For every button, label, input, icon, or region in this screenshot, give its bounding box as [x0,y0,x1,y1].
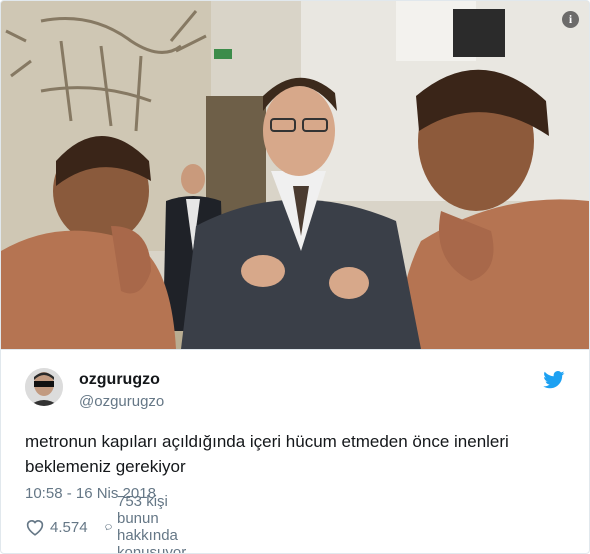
avatar[interactable] [25,368,63,406]
handle[interactable]: @ozgurugzo [79,393,164,410]
conversation-text: 753 kişi bunun hakkında konuşuyor [117,493,187,554]
avatar-image [25,368,63,406]
tweet-card: i ozgurugzo @ozgurugzo metronun kapıları… [0,0,590,554]
like-button[interactable]: 4.574 [25,515,88,539]
tweet-text: metronun kapıları açıldığında içeri hücu… [25,432,509,476]
divider [1,349,589,350]
tweet-photo[interactable]: i [1,1,589,349]
info-icon[interactable]: i [562,11,579,28]
heart-icon [26,520,44,536]
like-count: 4.574 [50,518,88,536]
twitter-bird-icon[interactable] [543,371,565,389]
speech-bubble-icon [105,524,112,531]
conversation-link[interactable]: 753 kişi bunun hakkında konuşuyor [105,493,199,553]
display-name[interactable]: ozgurugzo [79,371,160,389]
museum-photo [1,1,589,349]
